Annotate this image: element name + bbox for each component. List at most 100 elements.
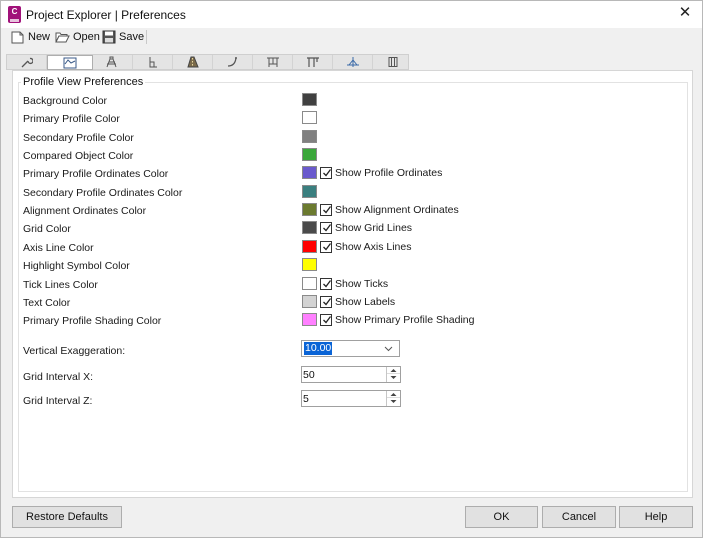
show-checkbox-label[interactable]: Show Primary Profile Shading	[335, 314, 474, 326]
show-checkbox-label[interactable]: Show Profile Ordinates	[335, 167, 442, 179]
restore-defaults-button[interactable]: Restore Defaults	[12, 506, 122, 528]
checkmark-icon	[323, 224, 332, 232]
chevron-down-icon	[390, 400, 397, 403]
show-checkbox-label[interactable]: Show Alignment Ordinates	[335, 204, 459, 216]
color-swatch-button[interactable]	[302, 166, 317, 179]
checkmark-icon	[323, 298, 332, 306]
save-button-label: Save	[119, 31, 145, 43]
new-button-label: New	[28, 31, 51, 43]
color-row-label: Alignment Ordinates Color	[23, 205, 147, 217]
color-row-label: Compared Object Color	[23, 150, 134, 162]
spin-up-button[interactable]	[387, 367, 400, 374]
cancel-button[interactable]: Cancel	[542, 506, 616, 528]
color-row-label: Secondary Profile Ordinates Color	[23, 187, 183, 199]
show-checkbox-label[interactable]: Show Grid Lines	[335, 222, 412, 234]
tab-plan[interactable]	[333, 55, 373, 69]
show-checkbox[interactable]	[320, 314, 332, 326]
show-checkbox-label[interactable]: Show Ticks	[335, 278, 388, 290]
curve-icon	[227, 57, 237, 67]
open-button[interactable]: Open	[55, 29, 100, 45]
show-checkbox[interactable]	[320, 204, 332, 216]
color-row-label: Highlight Symbol Color	[23, 260, 130, 272]
ok-button[interactable]: OK	[465, 506, 538, 528]
spin-down-button[interactable]	[387, 398, 400, 405]
checkmark-icon	[323, 206, 332, 214]
show-checkbox[interactable]	[320, 278, 332, 290]
pipe-structure-icon	[306, 57, 319, 67]
tab-sample-line[interactable]	[133, 55, 173, 69]
road-shape-icon	[186, 56, 199, 68]
vertical-exaggeration-combo[interactable]: 10.00	[301, 340, 400, 357]
color-swatch-button[interactable]	[302, 221, 317, 234]
color-swatch-button[interactable]	[302, 258, 317, 271]
tab-road-shape[interactable]	[173, 55, 213, 69]
color-swatch-button[interactable]	[302, 111, 317, 124]
color-swatch-button[interactable]	[302, 93, 317, 106]
color-swatch-button[interactable]	[302, 240, 317, 253]
group-title: Profile View Preferences	[21, 76, 146, 88]
color-row-label: Primary Profile Ordinates Color	[23, 168, 169, 180]
app-icon-letter: C	[11, 7, 18, 16]
color-row-label: Primary Profile Color	[23, 113, 120, 125]
grid-interval-x-label: Grid Interval X:	[23, 371, 94, 383]
color-swatch-button[interactable]	[302, 295, 317, 308]
preferences-window: C Project Explorer | Preferences ✕ New O…	[0, 0, 703, 538]
grid-interval-z-input[interactable]	[303, 392, 385, 405]
color-row-label: Grid Color	[23, 223, 71, 235]
help-button[interactable]: Help	[619, 506, 693, 528]
tab-pipe-structure[interactable]	[293, 55, 333, 69]
tab-profile-view[interactable]	[47, 55, 93, 70]
plan-icon	[346, 57, 359, 67]
color-row-label: Background Color	[23, 95, 108, 107]
tab-corridor[interactable]	[93, 55, 133, 69]
show-checkbox[interactable]	[320, 167, 332, 179]
grid-interval-x-spinner	[301, 366, 401, 383]
color-swatch-button[interactable]	[302, 148, 317, 161]
save-button[interactable]: Save	[102, 29, 144, 45]
show-checkbox[interactable]	[320, 241, 332, 253]
vertical-exaggeration-label: Vertical Exaggeration:	[23, 345, 126, 357]
checkmark-icon	[323, 243, 332, 251]
folder-open-icon	[55, 32, 70, 42]
color-row-label: Tick Lines Color	[23, 279, 98, 291]
toolbar: New Open Save	[1, 28, 702, 46]
chevron-down-icon	[390, 376, 397, 379]
spin-up-button[interactable]	[387, 391, 400, 398]
title-bar: C Project Explorer | Preferences ✕	[1, 1, 702, 28]
chevron-down-icon[interactable]	[384, 344, 393, 353]
show-checkbox-label[interactable]: Show Labels	[335, 296, 395, 308]
color-row-label: Axis Line Color	[23, 242, 94, 254]
wrench-icon	[21, 57, 33, 67]
color-row-label: Text Color	[23, 297, 71, 309]
tab-columns[interactable]	[373, 55, 413, 69]
color-swatch-button[interactable]	[302, 313, 317, 326]
color-row-label: Secondary Profile Color	[23, 132, 134, 144]
app-icon: C	[8, 6, 21, 23]
color-swatch-button[interactable]	[302, 130, 317, 143]
new-document-icon	[11, 31, 24, 43]
checkmark-icon	[323, 280, 332, 288]
tab-strip	[6, 54, 409, 70]
open-button-label: Open	[73, 31, 100, 43]
spin-down-button[interactable]	[387, 374, 400, 381]
chevron-up-icon	[390, 392, 397, 396]
close-icon[interactable]: ✕	[678, 5, 692, 21]
structure-icon	[266, 57, 279, 67]
show-checkbox[interactable]	[320, 296, 332, 308]
tab-general[interactable]	[7, 55, 47, 69]
color-swatch-button[interactable]	[302, 203, 317, 216]
columns-icon	[388, 57, 398, 67]
color-row-label: Primary Profile Shading Color	[23, 315, 162, 327]
color-swatch-button[interactable]	[302, 185, 317, 198]
grid-interval-x-input[interactable]	[303, 368, 385, 381]
chevron-up-icon	[390, 368, 397, 372]
show-checkbox-label[interactable]: Show Axis Lines	[335, 241, 411, 253]
corridor-icon	[106, 56, 116, 68]
checkmark-icon	[323, 169, 332, 177]
tab-curve[interactable]	[213, 55, 253, 69]
color-swatch-button[interactable]	[302, 277, 317, 290]
new-button[interactable]: New	[10, 29, 50, 45]
sample-line-icon	[149, 57, 157, 68]
tab-structure[interactable]	[253, 55, 293, 69]
show-checkbox[interactable]	[320, 222, 332, 234]
